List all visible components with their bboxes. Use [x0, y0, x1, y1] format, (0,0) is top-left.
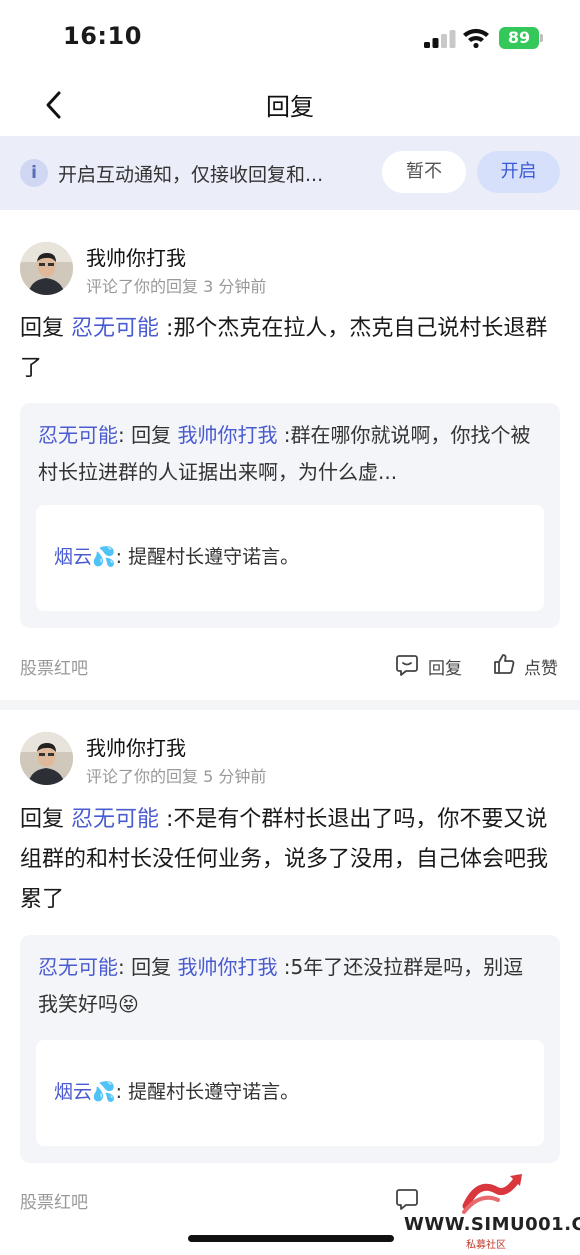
quote-mid: : 回复: [118, 955, 178, 979]
reply-content: 回复 忍无可能 :不是有个群村长退出了吗，你不要又说组群的和村长没任何业务，说多…: [20, 800, 560, 920]
battery-indicator: 89: [499, 27, 539, 49]
quote-author[interactable]: 忍无可能: [38, 423, 118, 447]
reply-meta: 评论了你的回复 5 分钟前: [86, 767, 267, 786]
notice-text: 开启互动通知，仅接收回复和...: [58, 164, 324, 186]
quoted-comment[interactable]: 忍无可能: 回复 我帅你打我 :群在哪你就说啊，你找个被村长拉进群的人证据出来啊…: [20, 403, 560, 628]
nav-header: 回复: [0, 75, 580, 135]
quote-content: 忍无可能: 回复 我帅你打我 :5年了还没拉群是吗，别逗我笑好吗😝: [38, 949, 542, 1023]
original-comment-text: 烟云💦: 提醒村长遵守诺言。: [54, 1077, 299, 1104]
quote-content: 忍无可能: 回复 我帅你打我 :群在哪你就说啊，你找个被村长拉进群的人证据出来啊…: [38, 417, 542, 491]
quote-author[interactable]: 忍无可能: [38, 955, 118, 979]
battery-tip: [540, 34, 543, 42]
mention-link[interactable]: 忍无可能: [71, 807, 159, 832]
source-forum[interactable]: 股票红吧: [20, 1188, 88, 1213]
reply-card[interactable]: 我帅你打我 评论了你的回复 5 分钟前 回复 忍无可能 :不是有个群村长退出了吗…: [0, 710, 580, 1235]
original-comment-text: 烟云💦: 提醒村长遵守诺言。: [54, 542, 299, 569]
original-author[interactable]: 烟云💦: [54, 1081, 116, 1103]
reply-prefix: 回复: [20, 807, 71, 832]
user-avatar-image: [20, 242, 73, 295]
reply-content: 回复 忍无可能 :那个杰克在拉人，杰克自己说村长退群了: [20, 309, 560, 389]
status-time: 16:10: [63, 22, 142, 50]
original-author[interactable]: 烟云💦: [54, 546, 116, 568]
user-name[interactable]: 我帅你打我: [86, 242, 186, 271]
like-button[interactable]: 点赞: [524, 654, 558, 679]
enable-notification-button[interactable]: 开启: [477, 151, 560, 193]
watermark-logo-icon: [462, 1174, 522, 1214]
original-comment[interactable]: 烟云💦: 提醒村长遵守诺言。: [36, 1040, 544, 1146]
watermark-text: WWW.SIMU001.CN: [404, 1214, 580, 1235]
avatar[interactable]: [20, 242, 73, 295]
original-comment[interactable]: 烟云💦: 提醒村长遵守诺言。: [36, 505, 544, 611]
quote-target[interactable]: 我帅你打我: [177, 955, 277, 979]
quoted-comment[interactable]: 忍无可能: 回复 我帅你打我 :5年了还没拉群是吗，别逗我笑好吗😝 烟云💦: 提…: [20, 935, 560, 1163]
source-forum[interactable]: 股票红吧: [20, 654, 88, 679]
card-divider: [0, 700, 580, 710]
watermark: WWW.SIMU001.CN 私募社区: [398, 1172, 580, 1252]
wifi-icon: [463, 28, 489, 48]
quote-mid: : 回复: [118, 423, 178, 447]
user-avatar-image: [20, 732, 73, 785]
dismiss-button[interactable]: 暂不: [382, 151, 466, 193]
avatar[interactable]: [20, 732, 73, 785]
notification-banner: i 开启互动通知，仅接收回复和... 暂不 开启: [0, 136, 580, 210]
reply-meta: 评论了你的回复 3 分钟前: [86, 277, 267, 296]
comment-icon[interactable]: [395, 653, 419, 677]
info-icon: i: [20, 159, 48, 187]
quote-target[interactable]: 我帅你打我: [177, 423, 277, 447]
home-indicator: [188, 1235, 394, 1242]
watermark-subtext: 私募社区: [466, 1240, 506, 1251]
thumbs-up-icon[interactable]: [492, 652, 516, 676]
mention-link[interactable]: 忍无可能: [71, 316, 159, 341]
original-text: : 提醒村长遵守诺言。: [115, 1081, 300, 1103]
page-title: 回复: [266, 93, 314, 121]
reply-button[interactable]: 回复: [428, 654, 462, 679]
original-text: : 提醒村长遵守诺言。: [115, 546, 300, 568]
user-name[interactable]: 我帅你打我: [86, 732, 186, 761]
status-bar: 16:10 89: [0, 0, 580, 75]
reply-card[interactable]: 我帅你打我 评论了你的回复 3 分钟前 回复 忍无可能 :那个杰克在拉人，杰克自…: [0, 210, 580, 700]
reply-prefix: 回复: [20, 316, 71, 341]
cellular-signal-icon: [424, 30, 456, 48]
